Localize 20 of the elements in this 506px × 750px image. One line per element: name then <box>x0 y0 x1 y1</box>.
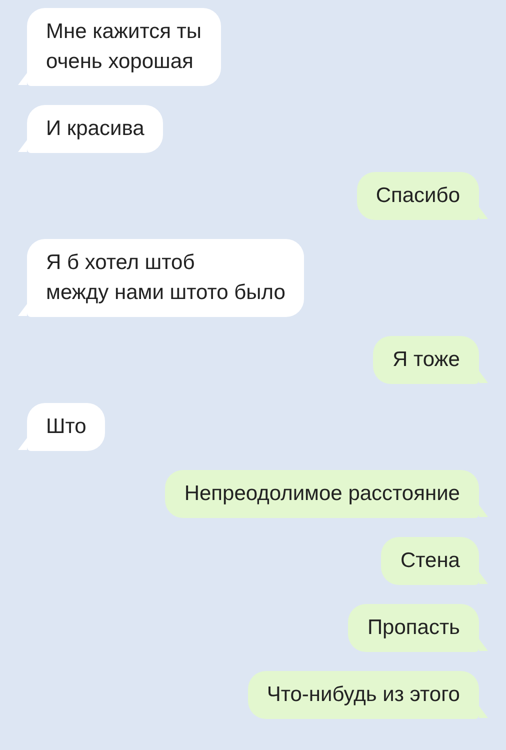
received-message: И красива <box>27 105 164 153</box>
bubble-tail-icon <box>18 304 27 316</box>
received-message: Што <box>27 403 106 451</box>
bubble-tail-icon <box>479 639 488 651</box>
sent-message: Что-нибудь из этого <box>248 671 479 719</box>
bubble-tail-icon <box>479 706 488 718</box>
bubble-tail-icon <box>479 505 488 517</box>
sent-message: Непреодолимое расстояние <box>165 470 479 518</box>
bubble-tail-icon <box>18 438 27 450</box>
bubble-tail-icon <box>479 371 488 383</box>
sent-message: Пропасть <box>348 604 479 652</box>
sent-message: Стена <box>381 537 479 585</box>
received-message: Мне кажится ты очень хорошая <box>27 8 221 86</box>
sent-message: Я тоже <box>373 336 479 384</box>
bubble-tail-icon <box>479 572 488 584</box>
received-message: Я б хотел штоб между нами штото было <box>27 239 304 317</box>
bubble-tail-icon <box>18 140 27 152</box>
bubble-tail-icon <box>479 207 488 219</box>
sent-message: Спасибо <box>356 172 479 220</box>
bubble-tail-icon <box>18 73 27 85</box>
